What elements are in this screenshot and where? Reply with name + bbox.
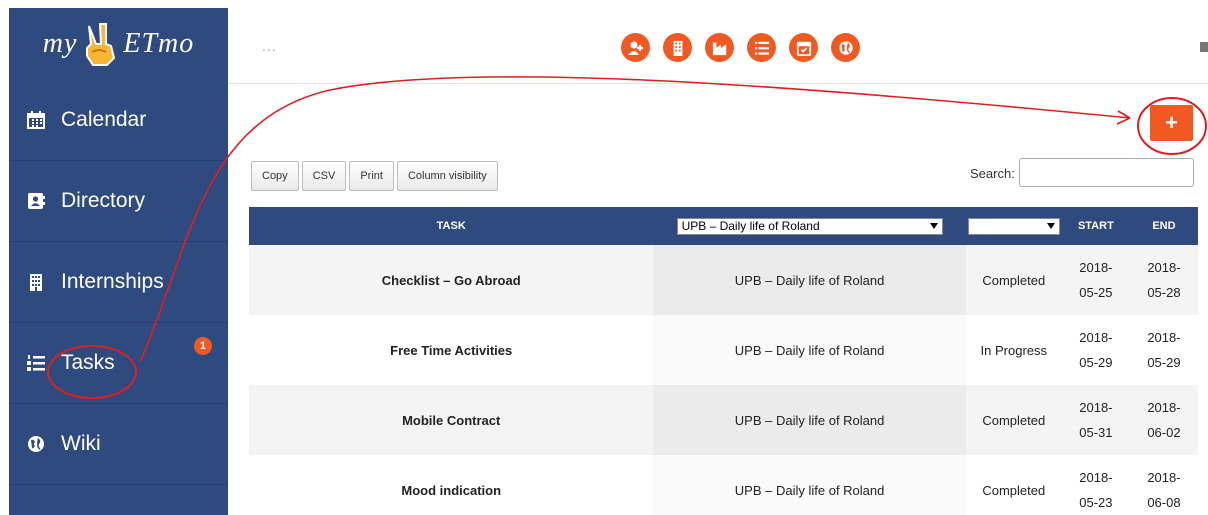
building-icon [27,273,45,291]
category-cell: UPB – Daily life of Roland [653,245,966,315]
table-row[interactable]: Checklist – Go Abroad UPB – Daily life o… [249,245,1198,315]
status-cell: Completed [982,412,1046,428]
calendar-icon [27,111,45,129]
column-header-status [966,207,1062,245]
table-toolbar: Copy CSV Print Column visibility [251,161,498,191]
add-user-icon[interactable] [621,33,650,62]
notification-badge: 1 [194,337,212,355]
sidebar-item-label: Tasks [61,351,115,374]
category-cell: UPB – Daily life of Roland [653,455,966,515]
arrow-head-icon [1116,110,1131,125]
copy-button[interactable]: Copy [251,161,299,191]
search-input[interactable] [1019,158,1194,187]
start-date-cell: 2018- 05-25 [1079,260,1113,300]
tasks-table: TASK UPB – Daily life of Roland START EN… [249,207,1198,515]
industry-icon[interactable] [705,33,734,62]
sidebar-item-label: Directory [61,189,146,212]
table-row[interactable]: Free Time Activities UPB – Daily life of… [249,315,1198,385]
calendar-check-icon[interactable] [789,33,818,62]
search-label: Search: [970,166,1015,181]
csv-button[interactable]: CSV [301,161,347,191]
sidebar-item-label: Wiki [61,432,101,455]
task-cell[interactable]: Mood indication [249,455,653,515]
building-icon[interactable] [663,33,692,62]
sidebar-item-calendar[interactable]: Calendar [9,80,228,161]
sidebar-item-directory[interactable]: Directory [9,161,228,242]
category-cell: UPB – Daily life of Roland [653,315,966,385]
globe-icon[interactable] [831,33,860,62]
app-logo: my ETmo [43,22,195,66]
start-date-cell: 2018- 05-31 [1079,400,1113,440]
column-header-task[interactable]: TASK [249,207,653,245]
mail-icon[interactable] [1200,42,1208,52]
sidebar-item-wiki[interactable]: Wiki [9,404,228,485]
sidebar-item-tasks[interactable]: Tasks 1 [9,323,228,404]
add-task-button[interactable]: + [1150,105,1193,141]
print-button[interactable]: Print [349,161,394,191]
sidebar-item-label: Internships [61,270,164,293]
column-header-start[interactable]: START [1062,207,1130,245]
status-filter-select[interactable] [967,217,1060,235]
column-visibility-button[interactable]: Column visibility [396,161,498,191]
address-book-icon [27,192,45,210]
task-cell[interactable]: Free Time Activities [249,315,653,385]
column-header-end[interactable]: END [1130,207,1198,245]
list-icon[interactable] [747,33,776,62]
column-header-category: UPB – Daily life of Roland [653,207,965,245]
table-row[interactable]: Mobile Contract UPB – Daily life of Rola… [249,385,1198,455]
sidebar-item-label: Calendar [61,108,147,131]
start-date-cell: 2018- 05-23 [1079,470,1113,510]
quick-actions [621,33,860,62]
logo-area[interactable]: my ETmo [9,8,228,80]
category-filter-select[interactable]: UPB – Daily life of Roland [676,217,943,235]
end-date-cell: 2018- 05-29 [1147,330,1181,370]
category-cell: UPB – Daily life of Roland [653,385,966,455]
status-cell: In Progress [980,342,1048,358]
table-row[interactable]: Mood indication UPB – Daily life of Rola… [249,455,1198,515]
start-date-cell: 2018- 05-29 [1079,330,1113,370]
status-cell: Completed [982,482,1046,498]
list-numbered-icon [27,354,45,372]
sidebar-item-internships[interactable]: Internships [9,242,228,323]
caret-down-icon [929,223,938,229]
task-cell[interactable]: Checklist – Go Abroad [249,245,653,315]
caret-down-icon [1046,223,1055,230]
end-date-cell: 2018- 06-08 [1147,470,1181,510]
top-bar: ... [228,8,1208,84]
peace-hand-icon [86,23,116,66]
task-cell[interactable]: Mobile Contract [249,385,653,455]
globe-icon [27,435,45,453]
status-cell: Completed [982,272,1046,288]
end-date-cell: 2018- 06-02 [1147,400,1181,440]
sidebar: my ETmo Calendar Directory Internships T… [9,8,228,515]
more-menu[interactable]: ... [262,38,277,54]
table-header-row: TASK UPB – Daily life of Roland START EN… [249,207,1198,245]
end-date-cell: 2018- 05-28 [1147,260,1181,300]
